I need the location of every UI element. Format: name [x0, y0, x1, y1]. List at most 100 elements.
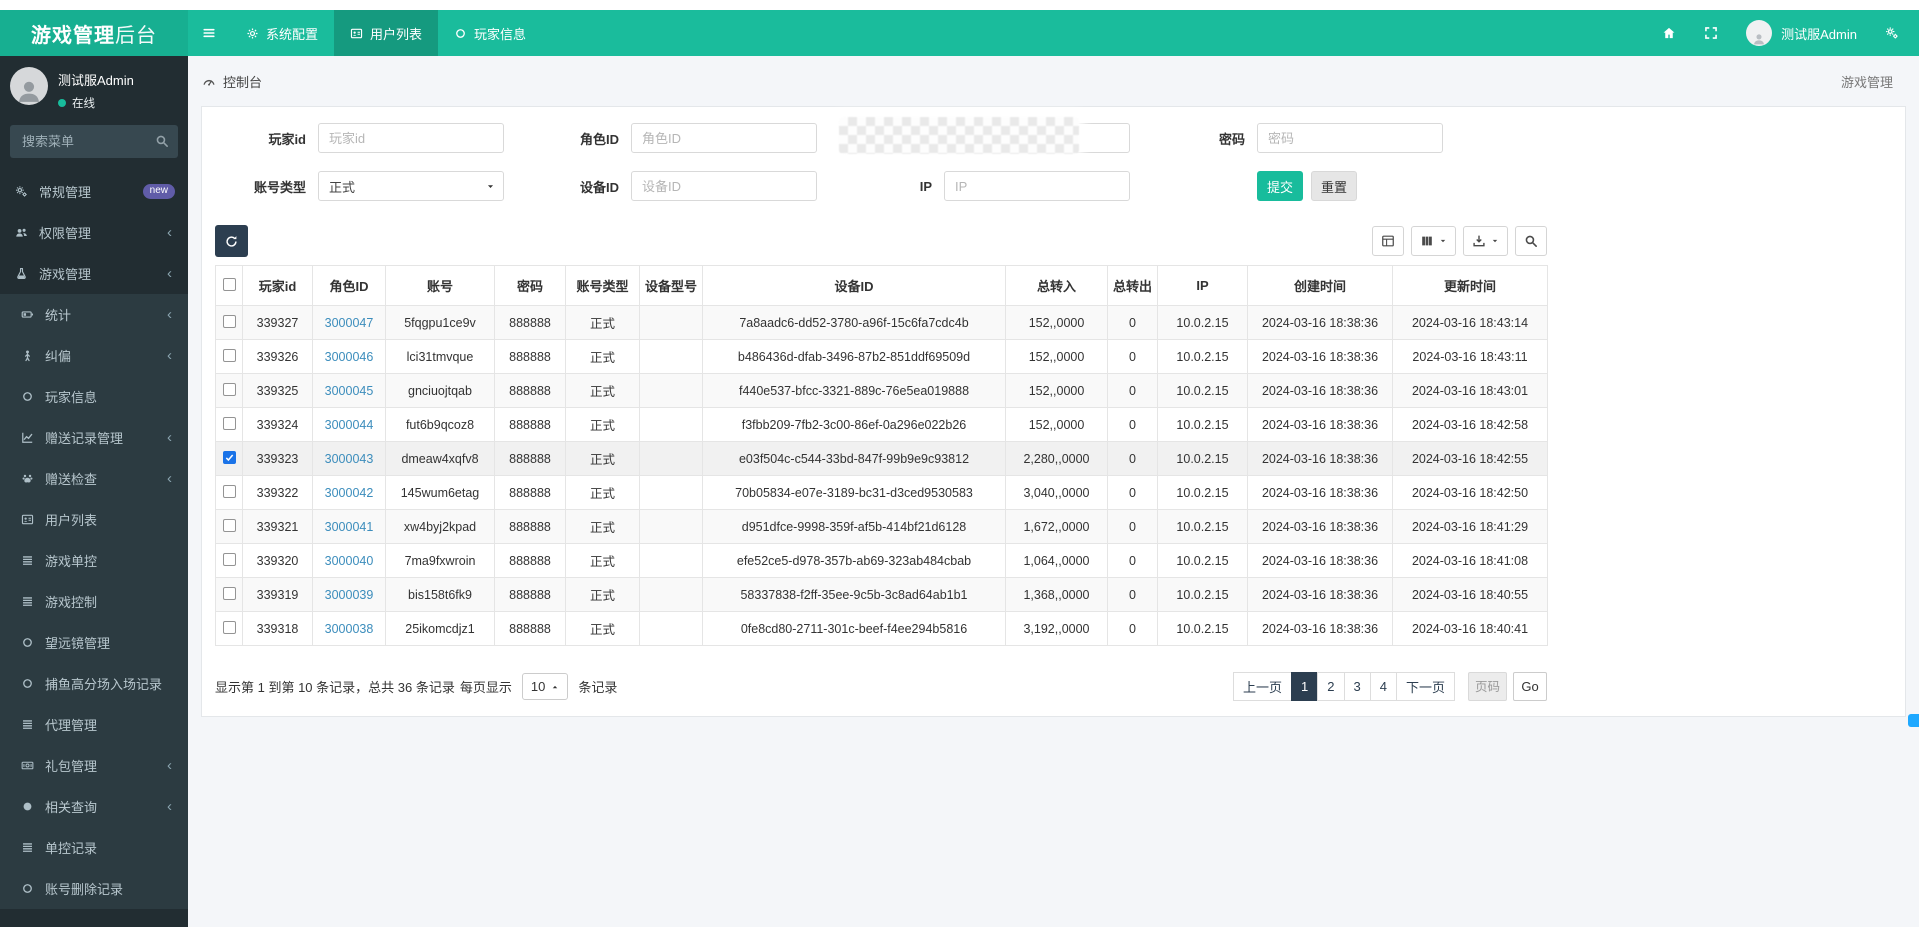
circle-o-icon [21, 636, 45, 649]
role-id-link[interactable]: 3000041 [325, 520, 374, 534]
sidebar-item-gift-check[interactable]: 赠送检查 ‹ [0, 458, 188, 499]
table-row[interactable]: 339318 3000038 25ikomcdjz1 888888 正式 0fe8cd80… [215, 611, 1548, 646]
columns-button[interactable] [1411, 226, 1456, 256]
go-button[interactable]: Go [1513, 672, 1547, 701]
sidebar-item-label: 常规管理 [39, 185, 92, 200]
page-button-3[interactable]: 3 [1343, 672, 1371, 701]
sidebar-item-player-info[interactable]: 玩家信息 [0, 376, 188, 417]
sidebar-item-label: 游戏单控 [45, 554, 98, 569]
row-checkbox[interactable] [222, 518, 236, 532]
home-icon[interactable] [1662, 26, 1676, 40]
cell-created-at: 2024-03-16 18:38:36 [1247, 509, 1393, 544]
table-row[interactable]: 339320 3000040 7ma9fxwroin 888888 正式 efe52ce5… [215, 543, 1548, 578]
row-checkbox[interactable] [222, 484, 236, 498]
prev-page-button[interactable]: 上一页 [1233, 672, 1293, 701]
table-row[interactable]: 339325 3000045 gnciuojtqab 888888 正式 f440e537… [215, 373, 1548, 408]
role-id-link[interactable]: 3000046 [325, 350, 374, 364]
sidebar-item-game-control[interactable]: 游戏控制 [0, 581, 188, 622]
tab-user-list[interactable]: 用户列表 [334, 10, 439, 56]
table-row[interactable]: 339327 3000047 5fqgpu1ce9v 888888 正式 7a8aadc6… [215, 305, 1548, 340]
role-id-link[interactable]: 3000043 [325, 452, 374, 466]
role-id-link[interactable]: 3000042 [325, 486, 374, 500]
sidebar-item-gift-pack-management[interactable]: 礼包管理 ‹ [0, 745, 188, 786]
sidebar-item-account-deletion-records[interactable]: 账号删除记录 [0, 868, 188, 909]
cell-updated-at: 2024-03-16 18:42:58 [1392, 407, 1548, 442]
cell-ip: 10.0.2.15 [1157, 611, 1248, 646]
sidebar-item-correction[interactable]: 纠偏 ‹ [0, 335, 188, 376]
role-id-link[interactable]: 3000040 [325, 554, 374, 568]
cell-player-id: 339324 [242, 407, 313, 442]
row-checkbox[interactable] [222, 450, 236, 464]
tab-label: 玩家信息 [474, 26, 527, 42]
search-toggle-button[interactable] [1515, 226, 1547, 256]
reset-button[interactable]: 重置 [1311, 171, 1357, 201]
sidebar-item-agent-management[interactable]: 代理管理 [0, 704, 188, 745]
page-size-dropdown[interactable]: 10 [521, 673, 569, 700]
sidebar-item-game-management[interactable]: 游戏管理 ‹ [0, 253, 188, 294]
sidebar-item-telescope-management[interactable]: 望远镜管理 [0, 622, 188, 663]
row-checkbox[interactable] [222, 586, 236, 600]
cell-account-type: 正式 [565, 475, 640, 510]
role-id-link[interactable]: 3000044 [325, 418, 374, 432]
next-page-button[interactable]: 下一页 [1395, 672, 1455, 701]
row-checkbox[interactable] [222, 552, 236, 566]
page-button-2[interactable]: 2 [1317, 672, 1345, 701]
sidebar-item-game-single-control[interactable]: 游戏单控 [0, 540, 188, 581]
device-id-input[interactable] [631, 171, 817, 201]
sidebar-item-gift-record-management[interactable]: 赠送记录管理 ‹ [0, 417, 188, 458]
table-row[interactable]: 339322 3000042 145wum6etag 888888 正式 70b05834… [215, 475, 1548, 510]
chevron-left-icon: ‹ [167, 798, 172, 815]
page-button-1[interactable]: 1 [1291, 672, 1319, 701]
cell-account-type: 正式 [565, 509, 640, 544]
sidebar-item-label: 相关查询 [45, 800, 98, 815]
circle-o-icon [21, 882, 45, 895]
row-checkbox[interactable] [222, 620, 236, 634]
row-checkbox[interactable] [222, 348, 236, 362]
menu-search-input[interactable] [10, 125, 178, 158]
page-button-4[interactable]: 4 [1369, 672, 1397, 701]
tab-system-config[interactable]: 系统配置 [230, 10, 334, 56]
table-row[interactable]: 339319 3000039 bis158t6fk9 888888 正式 58337838… [215, 577, 1548, 612]
toggle-view-button[interactable] [1372, 226, 1404, 256]
sidebar-item-label: 纠偏 [45, 349, 72, 364]
role-id-link[interactable]: 3000045 [325, 384, 374, 398]
page-jump-input[interactable] [1468, 672, 1507, 701]
role-id-input[interactable] [631, 123, 817, 153]
export-button[interactable] [1463, 226, 1508, 256]
row-checkbox[interactable] [222, 382, 236, 396]
role-id-link[interactable]: 3000039 [325, 588, 374, 602]
table-row[interactable]: 339321 3000041 xw4byj2kpad 888888 正式 d951dfce… [215, 509, 1548, 544]
tab-player-info[interactable]: 玩家信息 [438, 10, 542, 56]
role-id-link[interactable]: 3000047 [325, 316, 374, 330]
row-checkbox[interactable] [222, 416, 236, 430]
refresh-button[interactable] [215, 225, 248, 257]
sidebar-item-statistics[interactable]: 统计 ‹ [0, 294, 188, 335]
sidebar-item-user-list[interactable]: 用户列表 [0, 499, 188, 540]
submit-button[interactable]: 提交 [1257, 171, 1303, 201]
fullscreen-icon[interactable] [1704, 26, 1718, 40]
account-type-select[interactable]: 正式 [318, 171, 504, 201]
table-row[interactable]: 339323 3000043 dmeaw4xqfv8 888888 正式 e03f504c… [215, 441, 1548, 476]
sidebar-toggle-button[interactable] [188, 10, 230, 56]
column-header-account: 账号 [385, 265, 495, 306]
sidebar-item-fishing-high-score-entry-records[interactable]: 捕鱼高分场入场记录 [0, 663, 188, 704]
ip-input[interactable] [944, 171, 1130, 201]
top-navbar: 游戏管理 后台 系统配置 用户列表 玩家信息 测试服Admin [0, 10, 1919, 56]
sidebar-item-single-control-records[interactable]: 单控记录 [0, 827, 188, 868]
settings-gears-icon[interactable] [1885, 26, 1899, 40]
cell-created-at: 2024-03-16 18:38:36 [1247, 611, 1393, 646]
sidebar-item-permission-management[interactable]: 权限管理 ‹ [0, 212, 188, 253]
password-input[interactable] [1257, 123, 1443, 153]
scrollbar-thumb[interactable] [1908, 714, 1919, 727]
player-id-input[interactable] [318, 123, 504, 153]
refresh-icon [225, 235, 238, 248]
role-id-link[interactable]: 3000038 [325, 622, 374, 636]
sidebar-item-related-query[interactable]: 相关查询 ‹ [0, 786, 188, 827]
per-page-prefix: 每页显示 [459, 680, 512, 695]
select-all-checkbox[interactable] [222, 277, 236, 291]
user-menu[interactable]: 测试服Admin [1746, 20, 1857, 46]
sidebar-item-general-management[interactable]: 常规管理 new [0, 171, 188, 212]
table-row[interactable]: 339324 3000044 fut6b9qcoz8 888888 正式 f3fbb209… [215, 407, 1548, 442]
table-row[interactable]: 339326 3000046 lci31tmvque 888888 正式 b486436d… [215, 339, 1548, 374]
row-checkbox[interactable] [222, 314, 236, 328]
